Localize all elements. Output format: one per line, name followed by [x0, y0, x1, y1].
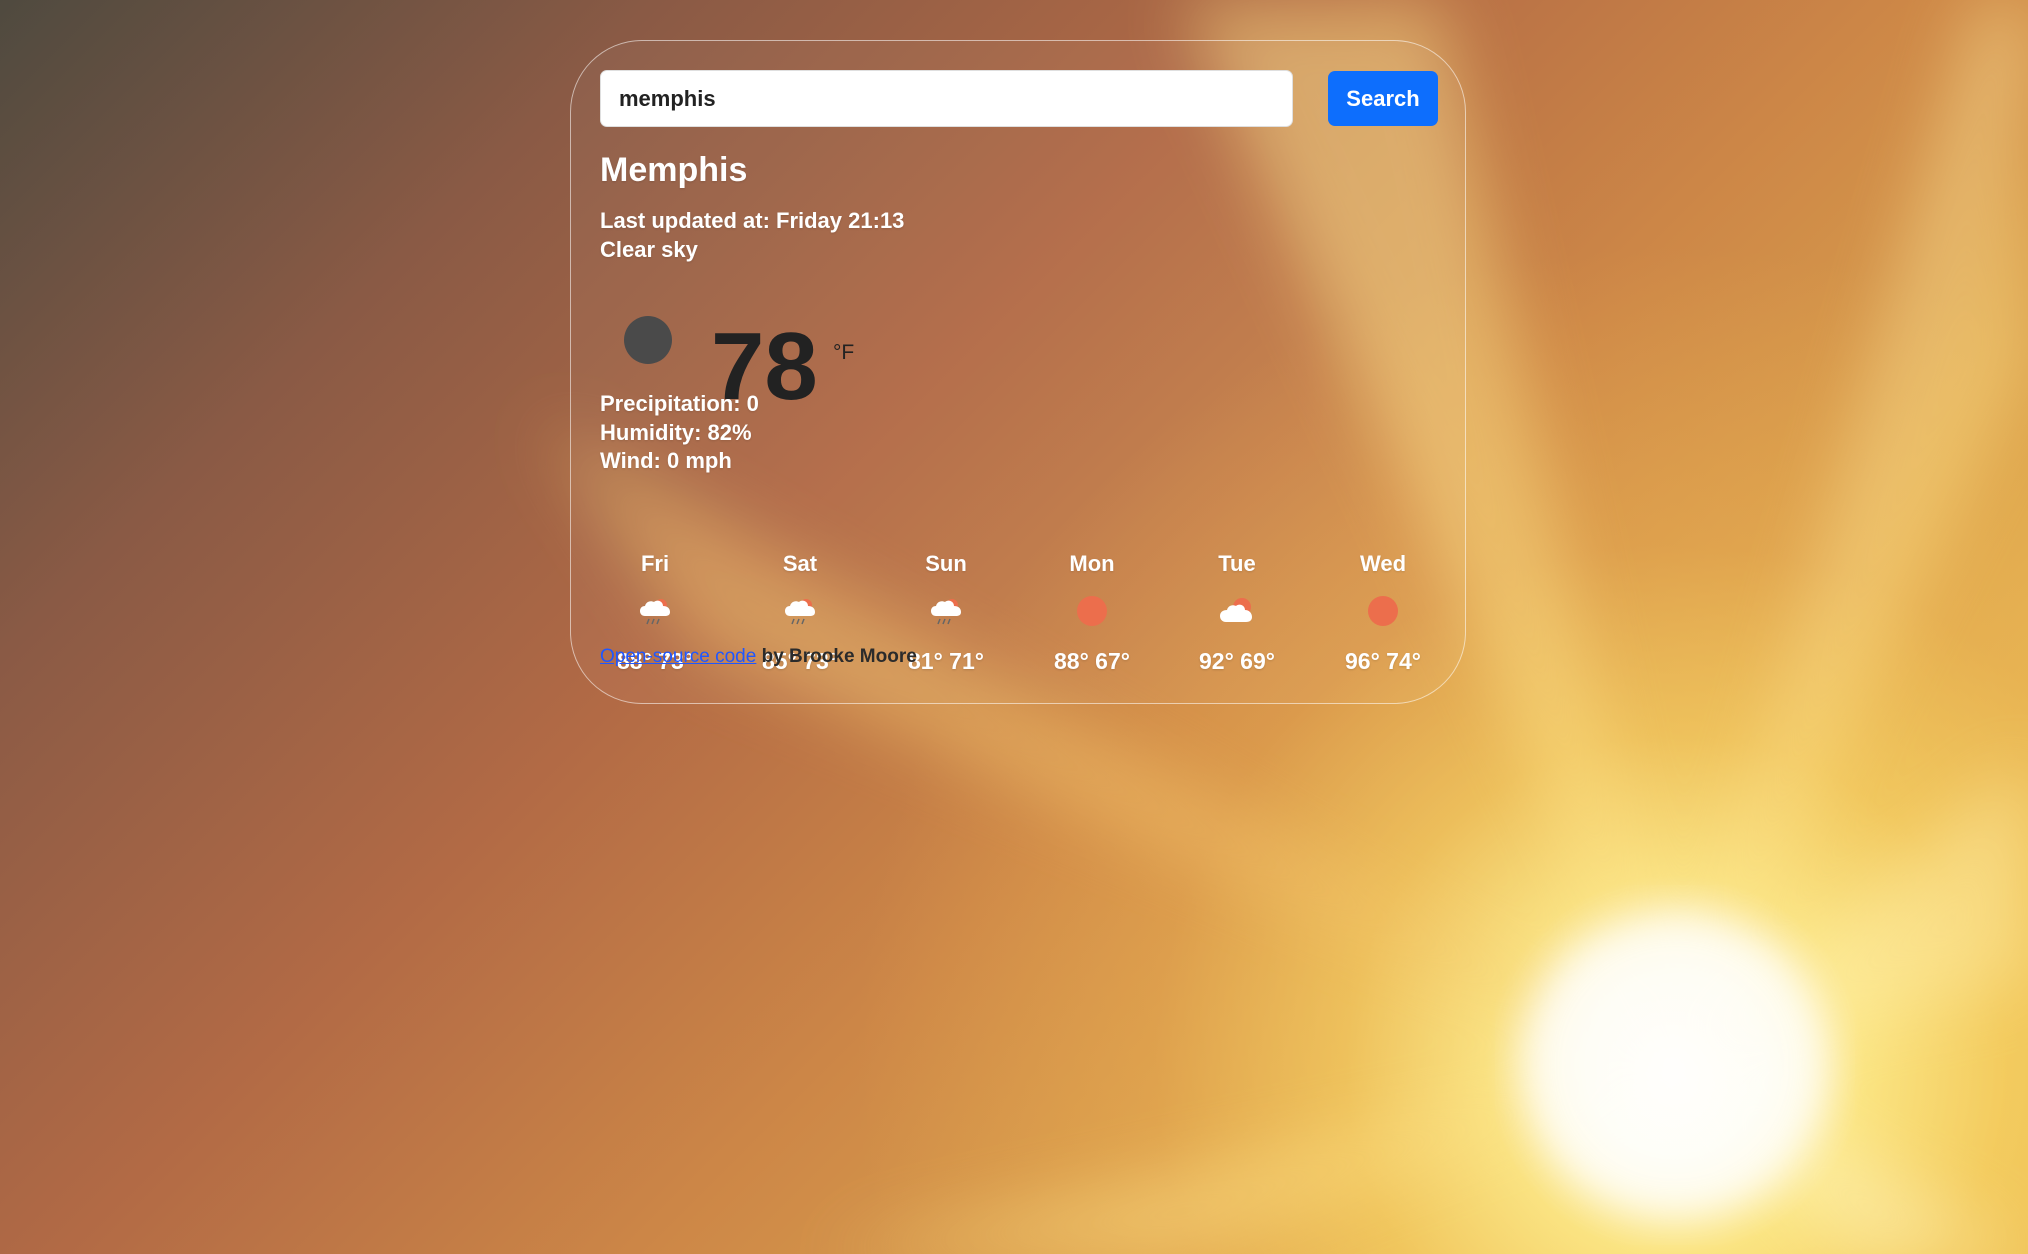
- forecast-day-name: Tue: [1218, 551, 1256, 576]
- rain-cloud-icon: [931, 599, 961, 625]
- forecast-temps: 92° 69°: [1199, 648, 1275, 674]
- forecast-day-name: Sun: [925, 551, 967, 576]
- rain-cloud-icon: [640, 599, 670, 625]
- footer-credit: Open-source code by Brooke Moore: [600, 646, 917, 668]
- author-credit: by Brooke Moore: [756, 646, 917, 667]
- dark-moon-icon: [624, 316, 672, 364]
- last-updated-text: Last updated at: Friday 21:13: [600, 208, 905, 233]
- forecast-temps: 96° 74°: [1345, 648, 1421, 674]
- temperature-unit: °F: [833, 341, 855, 364]
- humidity-text: Humidity: 82%: [600, 420, 752, 445]
- search-input[interactable]: [600, 70, 1293, 127]
- forecast-day-name: Wed: [1359, 551, 1407, 576]
- search-button[interactable]: Search: [1328, 71, 1438, 126]
- forecast-day-name: Sat: [782, 551, 818, 576]
- forecast-temps: 88° 67°: [1054, 648, 1130, 674]
- forecast-day: Mon 88° 67°: [1037, 546, 1147, 676]
- precipitation-text: Precipitation: 0: [600, 391, 759, 416]
- forecast-day: Wed 96° 74°: [1328, 546, 1438, 676]
- weather-card: Search Memphis Last updated at: Friday 2…: [570, 40, 1466, 704]
- weather-description: Clear sky: [600, 237, 698, 262]
- partly-cloudy-icon: [1220, 598, 1252, 622]
- wind-text: Wind: 0 mph: [600, 448, 732, 473]
- forecast-day-name: Fri: [640, 551, 670, 576]
- sun-icon: [1368, 596, 1398, 626]
- forecast-day-name: Mon: [1069, 551, 1115, 576]
- city-name: Memphis: [600, 151, 748, 189]
- sun-icon: [1077, 596, 1107, 626]
- open-source-link[interactable]: Open-source code: [600, 646, 756, 667]
- forecast-day: Tue 92° 69°: [1182, 546, 1292, 676]
- rain-cloud-icon: [785, 599, 815, 625]
